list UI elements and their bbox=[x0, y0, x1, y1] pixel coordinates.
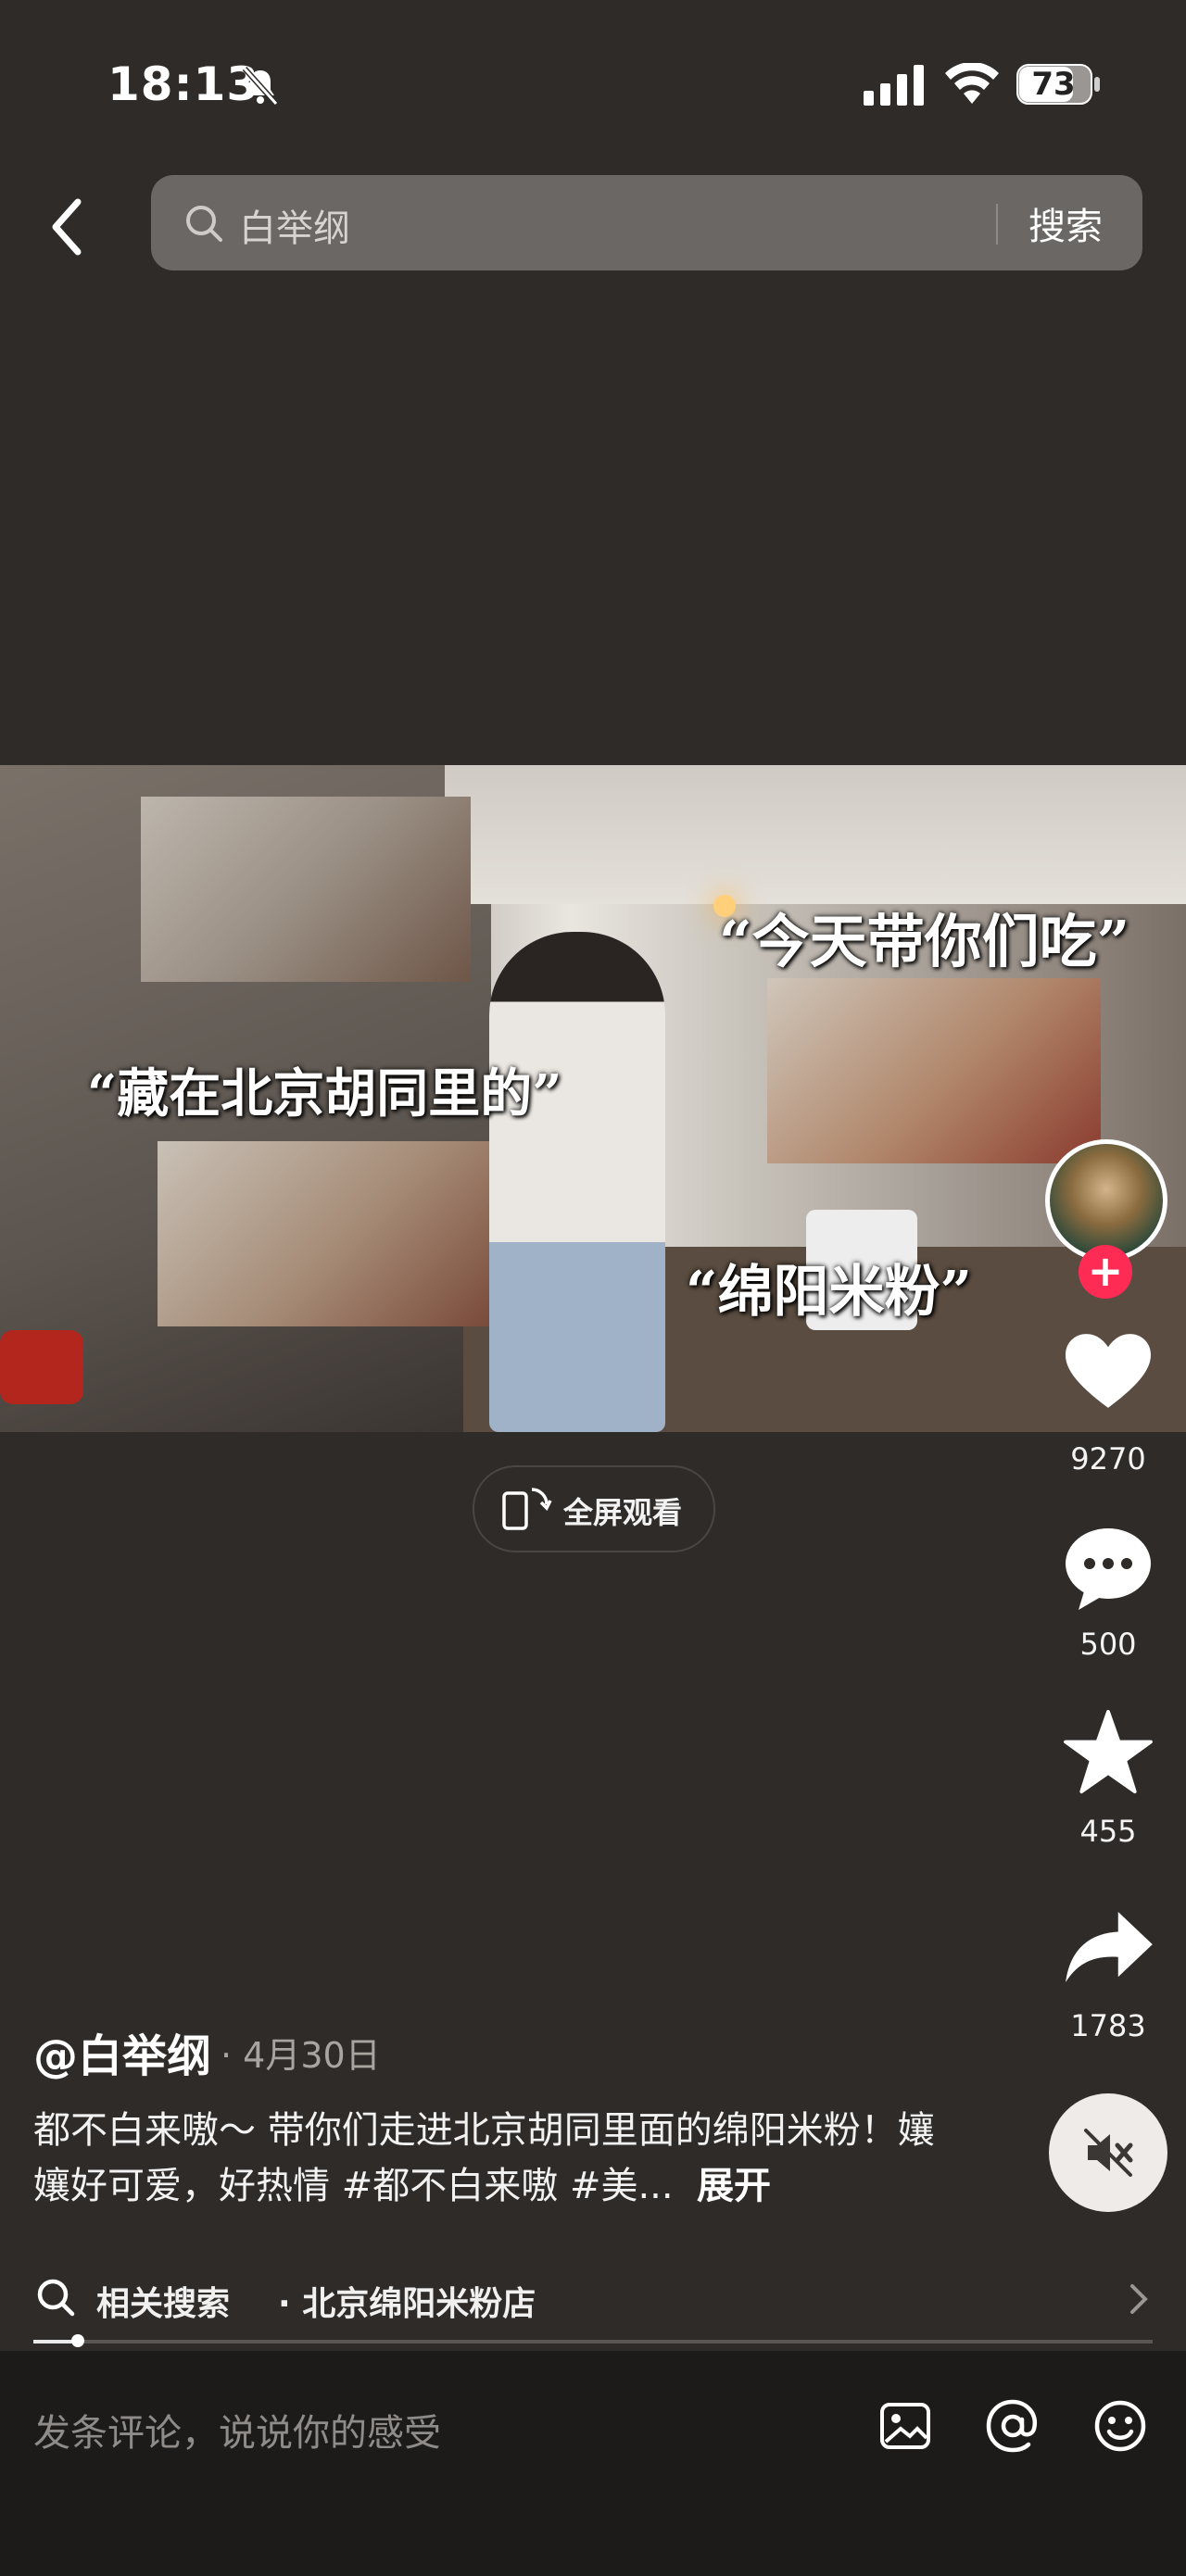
search-button[interactable]: 搜索 bbox=[1028, 196, 1103, 250]
post-date: · 4月30日 bbox=[221, 2035, 381, 2076]
comment-bar bbox=[0, 2351, 1186, 2576]
video-inset-mid bbox=[158, 1141, 491, 1326]
expand-button[interactable]: 展开 bbox=[697, 2165, 771, 2207]
wifi-icon bbox=[945, 63, 999, 104]
back-button[interactable] bbox=[37, 185, 102, 269]
search-icon bbox=[37, 2279, 75, 2317]
author-name[interactable]: @白举纲 bbox=[33, 2019, 211, 2084]
status-time: 18:13 bbox=[107, 57, 260, 111]
video-person bbox=[489, 932, 665, 1432]
comment-icon[interactable] bbox=[1064, 1527, 1153, 1610]
progress-bar[interactable] bbox=[33, 2340, 1153, 2344]
image-icon[interactable] bbox=[877, 2397, 934, 2455]
battery-level: 73 bbox=[1031, 66, 1076, 103]
emoji-icon[interactable] bbox=[1091, 2397, 1149, 2455]
search-icon bbox=[186, 206, 222, 242]
cellular-signal-icon bbox=[864, 65, 924, 106]
video-caption: “绵阳米粉” bbox=[686, 1260, 973, 1325]
rotate-screen-icon bbox=[502, 1488, 552, 1530]
related-search-label: 相关搜索 bbox=[96, 2285, 231, 2323]
video-player[interactable]: “今天带你们吃” “藏在北京胡同里的” “绵阳米粉” bbox=[0, 765, 1186, 1432]
search-input[interactable]: 白举纲 bbox=[239, 198, 350, 252]
at-icon[interactable] bbox=[984, 2397, 1041, 2455]
video-caption: “藏在北京胡同里的” bbox=[87, 1063, 562, 1125]
share-count: 1783 bbox=[1070, 2008, 1146, 2043]
chevron-right-icon bbox=[1130, 2284, 1148, 2314]
video-ceiling bbox=[445, 765, 1186, 904]
related-search-query: · 北京绵阳米粉店 bbox=[278, 2285, 536, 2323]
fullscreen-label: 全屏观看 bbox=[563, 1495, 683, 1530]
speaker-muted-icon bbox=[1084, 2129, 1133, 2177]
favorite-count: 455 bbox=[1079, 1814, 1137, 1849]
share-icon[interactable] bbox=[1066, 1912, 1153, 1984]
comment-input[interactable]: 发条评论，说说你的感受 bbox=[33, 2403, 441, 2457]
video-inset-top bbox=[141, 797, 471, 982]
bell-slash-icon bbox=[242, 66, 279, 107]
post-description-text: 都不白来嗷～ 带你们走进北京胡同里面的绵阳米粉！孃孃好可爱，好热情 #都不白来嗷… bbox=[33, 2109, 935, 2207]
video-inset-right bbox=[767, 978, 1101, 1163]
heart-icon[interactable] bbox=[1066, 1334, 1151, 1410]
follow-button[interactable]: + bbox=[1079, 1245, 1132, 1299]
post-description: 都不白来嗷～ 带你们走进北京胡同里面的绵阳米粉！孃孃好可爱，好热情 #都不白来嗷… bbox=[33, 2103, 951, 2214]
search-divider bbox=[996, 204, 998, 245]
star-icon[interactable] bbox=[1064, 1710, 1153, 1795]
comment-count: 500 bbox=[1079, 1627, 1137, 1662]
video-chair-red bbox=[0, 1330, 83, 1404]
like-count: 9270 bbox=[1070, 1441, 1146, 1476]
video-caption: “今天带你们吃” bbox=[719, 908, 1130, 975]
author-avatar[interactable] bbox=[1045, 1139, 1167, 1262]
